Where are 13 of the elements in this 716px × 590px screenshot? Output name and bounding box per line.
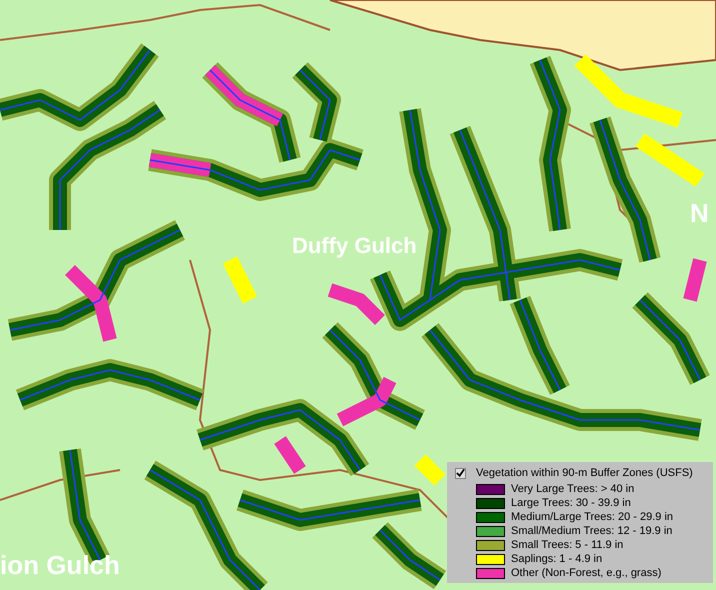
legend-label: Very Large Trees: > 40 in [511, 482, 634, 496]
place-label: ion Gulch [0, 552, 120, 578]
check-icon [456, 468, 465, 478]
legend-label: Small/Medium Trees: 12 - 19.9 in [511, 524, 672, 538]
legend-label: Saplings: 1 - 4.9 in [511, 552, 602, 566]
legend-label: Small Trees: 5 - 11.9 in [511, 538, 624, 552]
legend-label: Other (Non-Forest, e.g., grass) [511, 566, 662, 580]
legend-title: Vegetation within 90-m Buffer Zones (USFS) [476, 466, 693, 481]
legend-label: Medium/Large Trees: 20 - 29.9 in [511, 510, 674, 524]
checkbox[interactable] [455, 468, 466, 479]
legend-label: Large Trees: 30 - 39.9 in [511, 496, 631, 510]
place-label: Duffy Gulch [292, 235, 417, 257]
place-label: N [690, 200, 709, 226]
